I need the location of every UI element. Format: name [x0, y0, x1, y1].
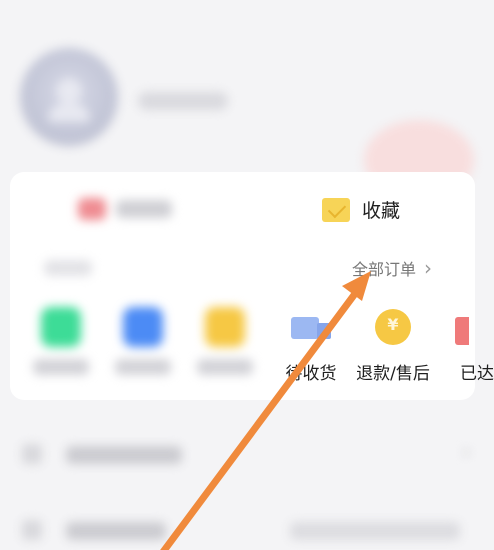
annotation-arrow-icon: [160, 271, 371, 550]
